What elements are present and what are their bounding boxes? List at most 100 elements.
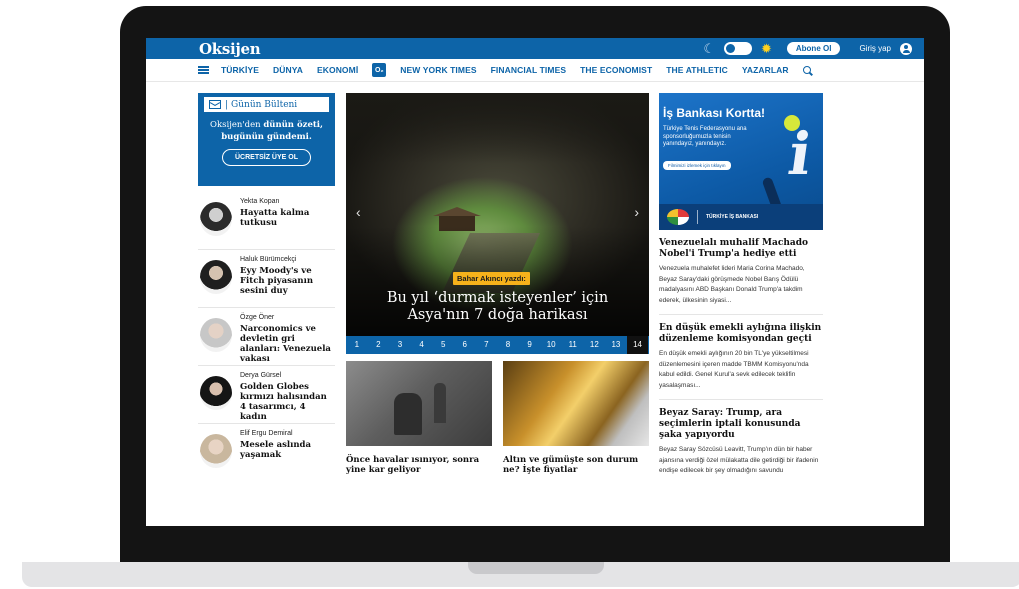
avatar [200, 318, 232, 352]
newsletter-text: Oksijen'den dünün özeti, bugünün gündemi… [204, 119, 329, 143]
news-card[interactable]: Altın ve gümüşte son durum ne? İşte fiya… [503, 361, 649, 475]
story-title[interactable]: En düşük emekli aylığına ilişkin düzenle… [659, 323, 823, 345]
laptop-notch [468, 562, 604, 574]
slider-page[interactable]: 10 [540, 336, 562, 354]
hero-title[interactable]: Bu yıl ‘durmak isteyenler’ için Asya'nın… [356, 290, 639, 324]
news-card-title[interactable]: Önce havalar ısınıyor, sonra yine kar ge… [346, 455, 492, 475]
slider-prev-arrow-icon[interactable]: ‹ [356, 205, 361, 219]
laptop-screen: Oksijen ☾ ✹ Abone Ol Giriş yap TÜRKİYE D… [146, 38, 924, 526]
nav-item-yazarlar[interactable]: YAZARLAR [742, 65, 789, 75]
nav-item-the-athletic[interactable]: THE ATHLETIC [666, 65, 728, 75]
author-article-title[interactable]: Narconomics ve devletin gri alanları: Ve… [240, 324, 335, 364]
author-list: Yekta Kopan Hayatta kalma tutkusu Haluk … [198, 192, 335, 482]
advertisement-banner[interactable]: İş Bankası Kortta! Türkiye Tenis Federas… [659, 93, 823, 230]
slider-page[interactable]: 7 [476, 336, 498, 354]
author-article-title[interactable]: Hayatta kalma tutkusu [240, 208, 335, 228]
nav-item-dunya[interactable]: DÜNYA [273, 65, 303, 75]
slider-next-arrow-icon[interactable]: › [634, 205, 639, 219]
avatar [200, 376, 232, 410]
slider-page[interactable]: 3 [389, 336, 411, 354]
hero-image-cave-top [346, 93, 649, 163]
author-text: Özge Öner Narconomics ve devletin gri al… [240, 314, 335, 365]
story-title[interactable]: Venezuelalı muhalif Machado Nobel'i Trum… [659, 238, 823, 260]
mail-icon [209, 100, 221, 109]
avatar [200, 260, 232, 294]
author-item[interactable]: Derya Gürsel Golden Globes kırmızı halıs… [198, 366, 335, 424]
slider-page-active[interactable]: 14 [626, 336, 649, 354]
slider-page[interactable]: 4 [411, 336, 433, 354]
hero-kicker: Bahar Akıncı yazdı: [453, 272, 530, 285]
subscribe-button[interactable]: Abone Ol [786, 42, 841, 55]
news-card-image[interactable] [503, 361, 649, 446]
slider-pagination: 1 2 3 4 5 6 7 8 9 10 11 12 13 14 [346, 336, 649, 354]
search-icon[interactable] [802, 66, 811, 74]
slider-page[interactable]: 13 [605, 336, 627, 354]
author-name: Derya Gürsel [240, 372, 282, 379]
author-article-title[interactable]: Golden Globes kırmızı halısından 4 tasar… [240, 382, 335, 422]
isbank-logo-icon: i [784, 120, 816, 188]
author-item[interactable]: Elif Ergu Demiral Mesele aslında yaşamak [198, 424, 335, 482]
top-bar: Oksijen ☾ ✹ Abone Ol Giriş yap [146, 38, 924, 59]
newsletter-header: | Günün Bülteni [204, 97, 329, 112]
top-bar-actions: ☾ ✹ Abone Ol Giriş yap [703, 42, 912, 55]
slider-page[interactable]: 8 [497, 336, 519, 354]
author-item[interactable]: Özge Öner Narconomics ve devletin gri al… [198, 308, 335, 366]
moon-icon: ☾ [703, 41, 715, 56]
slider-page[interactable]: 1 [346, 336, 368, 354]
nav-item-financial-times[interactable]: FINANCIAL TIMES [491, 65, 566, 75]
nav-item-the-economist[interactable]: THE ECONOMIST [580, 65, 652, 75]
hamburger-menu-icon[interactable] [198, 66, 209, 74]
hero-slider[interactable]: ‹ › Bahar Akıncı yazdı: Bu yıl ‘durmak i… [346, 93, 649, 354]
story-summary: Venezuela muhalefet lideri Maria Corina … [659, 265, 805, 304]
story-item[interactable]: Beyaz Saray: Trump, ara seçimlerin iptal… [659, 400, 823, 485]
sun-icon: ✹ [760, 41, 772, 56]
newsletter-box: | Günün Bülteni Oksijen'den dünün özeti,… [198, 93, 335, 186]
slider-page[interactable]: 2 [368, 336, 390, 354]
ad-footer-bank: TÜRKİYE İŞ BANKASI [706, 214, 759, 220]
author-text: Yekta Kopan Hayatta kalma tutkusu [240, 198, 335, 249]
author-article-title[interactable]: Eyy Moody's ve Fitch piyasanın sesini du… [240, 266, 335, 296]
author-article-title[interactable]: Mesele aslında yaşamak [240, 440, 335, 460]
newsletter-separator: | [225, 99, 229, 110]
news-card[interactable]: Önce havalar ısınıyor, sonra yine kar ge… [346, 361, 492, 475]
ad-footer: TÜRKİYE İŞ BANKASI [659, 204, 823, 230]
story-item[interactable]: En düşük emekli aylığına ilişkin düzenle… [659, 315, 823, 400]
nav-item-new-york-times[interactable]: NEW YORK TIMES [400, 65, 476, 75]
right-column: İş Bankası Kortta! Türkiye Tenis Federas… [659, 93, 823, 485]
slider-page[interactable]: 6 [454, 336, 476, 354]
left-column: | Günün Bülteni Oksijen'den dünün özeti,… [198, 93, 335, 482]
nav-item-ekonomi[interactable]: EKONOMİ [317, 65, 358, 75]
author-name: Yekta Kopan [240, 198, 280, 205]
author-item[interactable]: Haluk Bürümcekçi Eyy Moody's ve Fitch pi… [198, 250, 335, 308]
ad-divider [697, 210, 698, 224]
news-card-image[interactable] [346, 361, 492, 446]
theme-toggle[interactable] [723, 42, 752, 55]
ad-button[interactable]: Filmimizi izlemek için tıklayın [663, 161, 731, 170]
author-text: Elif Ergu Demiral Mesele aslında yaşamak [240, 430, 335, 482]
story-summary: Beyaz Saray Sözcüsü Leavitt, Trump'ın dü… [659, 446, 819, 474]
story-title[interactable]: Beyaz Saray: Trump, ara seçimlerin iptal… [659, 408, 823, 441]
slider-page[interactable]: 11 [562, 336, 584, 354]
ad-title: İş Bankası Kortta! [663, 106, 766, 120]
author-item[interactable]: Yekta Kopan Hayatta kalma tutkusu [198, 192, 335, 250]
user-icon[interactable] [900, 42, 912, 55]
nav-item-turkiye[interactable]: TÜRKİYE [221, 65, 259, 75]
newsletter-text-bold1: dünün özeti, [263, 120, 323, 130]
slider-page[interactable]: 9 [519, 336, 541, 354]
author-name: Haluk Bürümcekçi [240, 256, 297, 263]
news-card-title[interactable]: Altın ve gümüşte son durum ne? İşte fiya… [503, 455, 649, 475]
author-name: Özge Öner [240, 314, 275, 321]
toggle-knob [725, 44, 735, 53]
avatar [200, 434, 232, 468]
newsletter-signup-button[interactable]: ÜCRETSİZ ÜYE OL [221, 149, 311, 166]
slider-page[interactable]: 5 [432, 336, 454, 354]
o2-badge-icon[interactable]: O₂ [372, 63, 387, 77]
story-item[interactable]: Venezuelalı muhalif Machado Nobel'i Trum… [659, 230, 823, 315]
slider-page[interactable]: 12 [584, 336, 606, 354]
login-link[interactable]: Giriş yap [859, 44, 891, 53]
main-nav: TÜRKİYE DÜNYA EKONOMİ O₂ NEW YORK TIMES … [146, 59, 924, 82]
ad-text: Türkiye Tenis Federasyonu ana sponsorluğ… [663, 126, 747, 147]
author-name: Elif Ergu Demiral [240, 430, 293, 437]
newsletter-text-bold2: bugünün gündemi. [221, 132, 312, 142]
site-logo[interactable]: Oksijen [199, 40, 261, 58]
